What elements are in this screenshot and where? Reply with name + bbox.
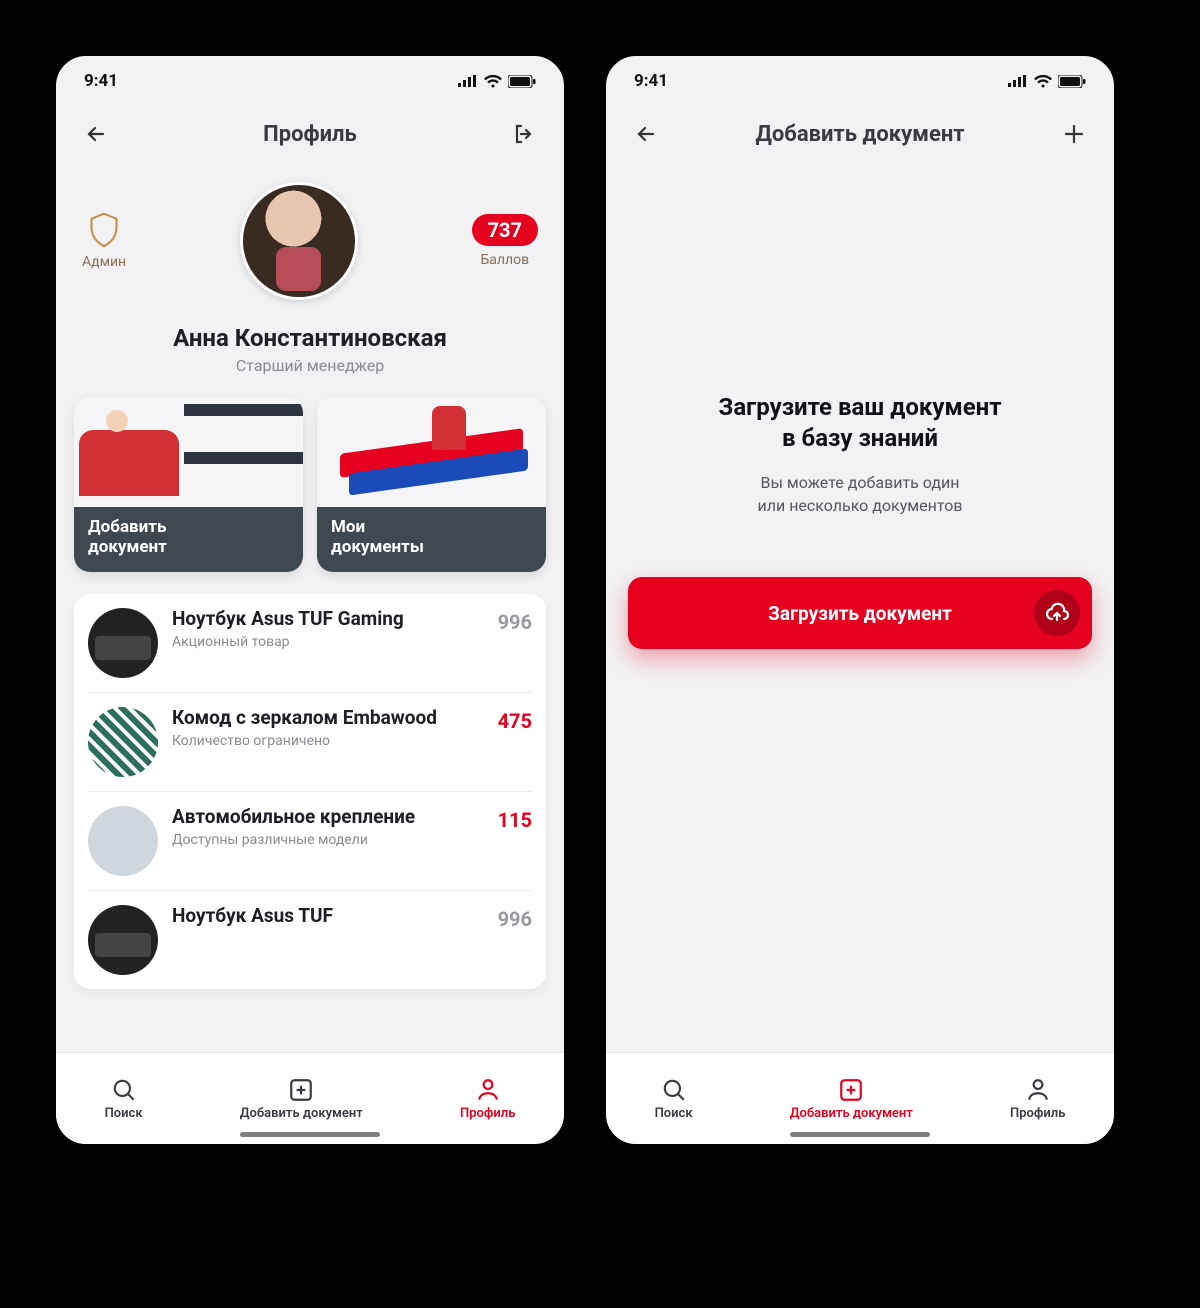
status-bar: 9:41 bbox=[56, 56, 564, 106]
item-title: Автомобильное крепление bbox=[172, 806, 484, 828]
role-column: Админ bbox=[82, 212, 126, 270]
list-item[interactable]: Комод с зеркалом Embawood Количество огр… bbox=[88, 693, 532, 792]
status-time: 9:41 bbox=[634, 71, 668, 91]
item-thumb bbox=[88, 608, 158, 678]
search-icon bbox=[661, 1077, 687, 1103]
upload-content: Загрузите ваш документ в базу знаний Вы … bbox=[606, 162, 1114, 1052]
signal-icon bbox=[458, 75, 478, 87]
item-sub: Количество ограничено bbox=[172, 733, 484, 749]
wifi-icon bbox=[484, 75, 502, 88]
arrow-left-icon bbox=[634, 122, 658, 146]
status-icons bbox=[458, 75, 536, 88]
tab-bar: Поиск Добавить документ Профиль bbox=[606, 1052, 1114, 1144]
list-item[interactable]: Ноутбук Asus TUF Gaming Акционный товар … bbox=[88, 594, 532, 693]
item-main: Автомобильное крепление Доступны различн… bbox=[172, 806, 484, 848]
upload-button[interactable]: Загрузить документ bbox=[628, 577, 1092, 649]
back-button[interactable] bbox=[628, 116, 664, 152]
battery-icon bbox=[1058, 75, 1086, 88]
nav-bar: Добавить документ bbox=[606, 106, 1114, 162]
card-illustration bbox=[74, 397, 303, 507]
phone-profile: 9:41 Профиль Админ 737 Баллов Анна bbox=[50, 50, 570, 1150]
page-title: Добавить документ bbox=[756, 122, 965, 147]
search-icon bbox=[111, 1077, 137, 1103]
item-main: Ноутбук Asus TUF bbox=[172, 905, 484, 927]
cloud-upload-icon bbox=[1045, 601, 1069, 625]
nav-bar: Профиль bbox=[56, 106, 564, 162]
home-indicator bbox=[790, 1132, 930, 1137]
shield-icon bbox=[89, 212, 119, 248]
points-label: Баллов bbox=[480, 252, 529, 268]
item-count: 996 bbox=[498, 905, 532, 931]
item-title: Ноутбук Asus TUF Gaming bbox=[172, 608, 484, 630]
user-name: Анна Константиновская bbox=[74, 324, 546, 352]
card-caption: Мои документы bbox=[317, 507, 546, 572]
list-item[interactable]: Ноутбук Asus TUF 996 bbox=[88, 891, 532, 989]
item-title: Ноутбук Asus TUF bbox=[172, 905, 484, 927]
item-thumb bbox=[88, 707, 158, 777]
upload-circle bbox=[1034, 590, 1080, 636]
tab-label: Поиск bbox=[655, 1106, 693, 1121]
plus-icon bbox=[1062, 122, 1086, 146]
home-indicator bbox=[240, 1132, 380, 1137]
item-count: 115 bbox=[498, 806, 532, 832]
profile-content: Админ 737 Баллов Анна Константиновская С… bbox=[56, 162, 564, 1052]
card-add-document[interactable]: Добавить документ bbox=[74, 397, 303, 572]
tab-label: Профиль bbox=[460, 1106, 515, 1121]
user-icon bbox=[1025, 1077, 1051, 1103]
tab-add-document[interactable]: Добавить документ bbox=[240, 1077, 363, 1121]
item-sub: Доступны различные модели bbox=[172, 832, 484, 848]
plus-square-icon bbox=[838, 1077, 864, 1103]
plus-square-icon bbox=[288, 1077, 314, 1103]
phone-add-document: 9:41 Добавить документ Загрузите ваш док… bbox=[600, 50, 1120, 1150]
tab-label: Поиск bbox=[105, 1106, 143, 1121]
signal-icon bbox=[1008, 75, 1028, 87]
tab-profile[interactable]: Профиль bbox=[460, 1077, 515, 1121]
profile-header: Админ 737 Баллов bbox=[74, 162, 546, 320]
wifi-icon bbox=[1034, 75, 1052, 88]
upload-button-label: Загрузить документ bbox=[768, 602, 952, 625]
item-sub: Акционный товар bbox=[172, 634, 484, 650]
list-item[interactable]: Автомобильное крепление Доступны различн… bbox=[88, 792, 532, 891]
logout-button[interactable] bbox=[506, 116, 542, 152]
battery-icon bbox=[508, 75, 536, 88]
avatar[interactable] bbox=[240, 182, 358, 300]
status-bar: 9:41 bbox=[606, 56, 1114, 106]
status-time: 9:41 bbox=[84, 71, 118, 91]
item-title: Комод с зеркалом Embawood bbox=[172, 707, 484, 729]
tab-label: Добавить документ bbox=[240, 1106, 363, 1121]
item-count: 475 bbox=[498, 707, 532, 733]
points-column: 737 Баллов bbox=[472, 214, 538, 268]
items-list: Ноутбук Asus TUF Gaming Акционный товар … bbox=[74, 594, 546, 989]
arrow-left-icon bbox=[84, 122, 108, 146]
upload-headline: Загрузите ваш документ в базу знаний bbox=[624, 392, 1096, 454]
tab-search[interactable]: Поиск bbox=[655, 1077, 693, 1121]
user-icon bbox=[475, 1077, 501, 1103]
card-my-documents[interactable]: Мои документы bbox=[317, 397, 546, 572]
action-cards: Добавить документ Мои документы bbox=[74, 397, 546, 572]
logout-icon bbox=[512, 122, 536, 146]
role-label: Админ bbox=[82, 254, 126, 270]
tab-search[interactable]: Поиск bbox=[105, 1077, 143, 1121]
points-badge: 737 bbox=[472, 214, 538, 246]
tab-label: Добавить документ bbox=[790, 1106, 913, 1121]
user-title: Старший менеджер bbox=[74, 356, 546, 375]
tab-profile[interactable]: Профиль bbox=[1010, 1077, 1065, 1121]
page-title: Профиль bbox=[263, 122, 357, 147]
tab-bar: Поиск Добавить документ Профиль bbox=[56, 1052, 564, 1144]
item-count: 996 bbox=[498, 608, 532, 634]
item-thumb bbox=[88, 905, 158, 975]
card-illustration bbox=[317, 397, 546, 507]
tab-label: Профиль bbox=[1010, 1106, 1065, 1121]
upload-subtitle: Вы можете добавить один или несколько до… bbox=[624, 472, 1096, 517]
item-thumb bbox=[88, 806, 158, 876]
tab-add-document[interactable]: Добавить документ bbox=[790, 1077, 913, 1121]
status-icons bbox=[1008, 75, 1086, 88]
back-button[interactable] bbox=[78, 116, 114, 152]
card-caption: Добавить документ bbox=[74, 507, 303, 572]
item-main: Комод с зеркалом Embawood Количество огр… bbox=[172, 707, 484, 749]
add-button[interactable] bbox=[1056, 116, 1092, 152]
item-main: Ноутбук Asus TUF Gaming Акционный товар bbox=[172, 608, 484, 650]
